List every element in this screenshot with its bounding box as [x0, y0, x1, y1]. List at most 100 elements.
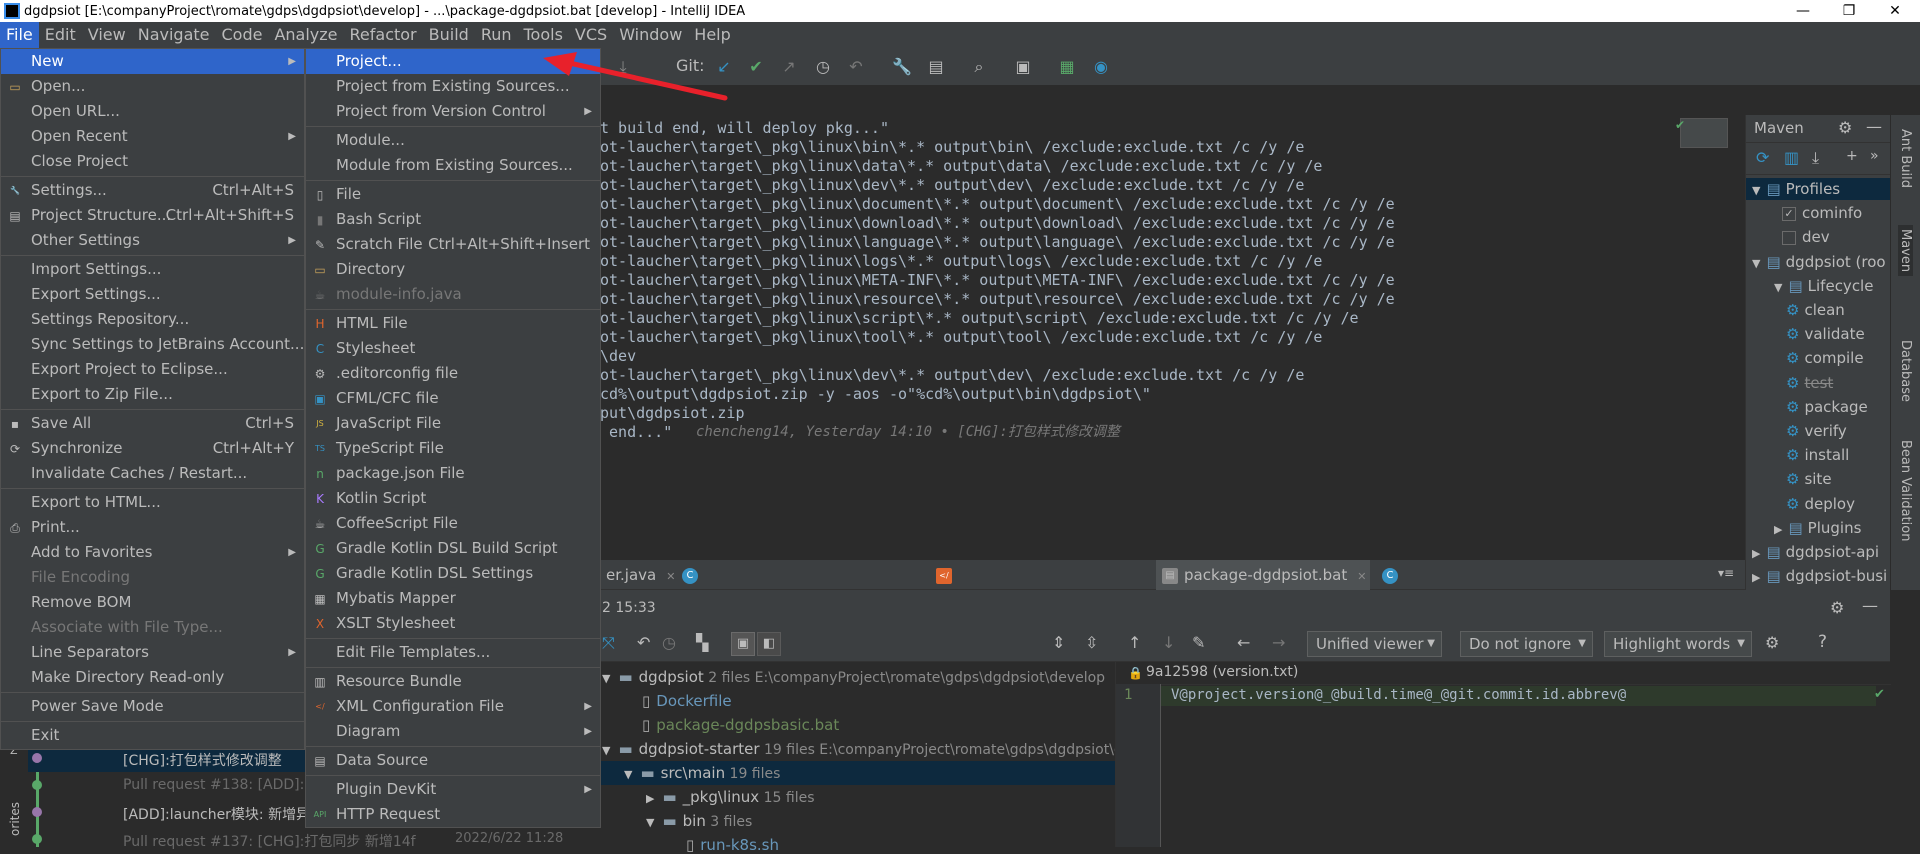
file-menu-item-other-settings[interactable]: Other Settings ▶: [1, 228, 304, 253]
reload-icon[interactable]: ⟳: [1756, 148, 1769, 167]
history-icon[interactable]: ◷: [812, 56, 834, 78]
side-tab-database[interactable]: Database: [1898, 340, 1913, 402]
file-menu-item-associate-with-file-type[interactable]: Associate with File Type...: [1, 615, 304, 640]
hide-panel-icon[interactable]: —: [1866, 117, 1882, 136]
generate-sources-icon[interactable]: ▥: [1784, 148, 1799, 167]
new-menu-item-edit-file-templates[interactable]: Edit File Templates...: [306, 640, 600, 665]
maven-tree-item-plugins[interactable]: ▶ ▤ Plugins: [1774, 519, 1861, 537]
file-menu-item-sync-settings-to-jetbrains-account[interactable]: Sync Settings to JetBrains Account...: [1, 332, 304, 357]
new-menu-item-kotlin-script[interactable]: Kotlin Script K: [306, 486, 600, 511]
help-icon[interactable]: ?: [1818, 632, 1827, 652]
next-diff-icon[interactable]: ↓: [1162, 633, 1175, 652]
maven-tree-item-dgdpsiot-roo[interactable]: ▼ ▤ dgdpsiot (roo: [1752, 253, 1886, 271]
checkbox[interactable]: ✓: [1782, 206, 1796, 221]
new-menu-item-file[interactable]: File ▯: [306, 182, 600, 207]
close-icon[interactable]: ✕: [1357, 570, 1366, 583]
new-menu-item-xml-configuration-file[interactable]: XML Configuration File </ ▶: [306, 694, 600, 719]
changes-tree-item-package-dgdpsbasic-bat[interactable]: ▯ package-dgdpsbasic.bat: [624, 716, 839, 734]
hide-panel-icon[interactable]: —: [1862, 596, 1878, 615]
expand-all-icon[interactable]: ⇕: [1052, 633, 1065, 652]
back-icon[interactable]: ←: [1237, 633, 1250, 652]
changes-tree-item-run-k8s-sh[interactable]: ▯ run-k8s.sh: [668, 836, 779, 854]
chevron-down-icon[interactable]: ▼: [624, 768, 632, 781]
new-menu-item-cfml-cfc-file[interactable]: CFML/CFC file ▣: [306, 386, 600, 411]
side-tab-bean-validation[interactable]: Bean Validation: [1898, 440, 1913, 541]
chevron-down-icon[interactable]: ▼: [1752, 184, 1760, 197]
file-menu-item-line-separators[interactable]: Line Separators ▶: [1, 640, 304, 665]
menu-tools[interactable]: Tools: [518, 22, 569, 48]
file-menu-item-file-encoding[interactable]: File Encoding: [1, 565, 304, 590]
viewer-dropdown[interactable]: Unified viewer ▼: [1307, 631, 1442, 657]
menu-help[interactable]: Help: [688, 22, 736, 48]
file-menu-item-export-to-zip-file[interactable]: Export to Zip File...: [1, 382, 304, 407]
more-icon[interactable]: »: [1870, 148, 1879, 164]
maven-tree-item-dgdpsiot-api[interactable]: ▶ ▤ dgdpsiot-api: [1752, 543, 1879, 561]
git-commit-icon[interactable]: ✔: [745, 56, 767, 78]
maximize-button[interactable]: ❐: [1826, 0, 1872, 22]
file-menu-item-make-directory-read-only[interactable]: Make Directory Read-only: [1, 665, 304, 690]
gear-icon[interactable]: ⚙: [1830, 598, 1844, 617]
checkbox[interactable]: [1782, 230, 1796, 245]
file-menu-item-project-structure[interactable]: Project Structure... ▤ Ctrl+Alt+Shift+S: [1, 203, 304, 228]
menu-analyze[interactable]: Analyze: [268, 22, 343, 48]
minimize-button[interactable]: —: [1780, 0, 1826, 22]
layout-split-icon[interactable]: ◧: [757, 632, 781, 656]
new-menu-item-module-info-java[interactable]: module-info.java ☕: [306, 282, 600, 307]
new-menu-item-html-file[interactable]: HTML File H: [306, 311, 600, 336]
code-editor[interactable]: t build end, will deploy pkg..." ot-lauch…: [600, 115, 1745, 560]
new-menu-item-scratch-file[interactable]: Scratch File ✎ Ctrl+Alt+Shift+Insert: [306, 232, 600, 257]
new-menu-item-coffeescript-file[interactable]: CoffeeScript File ☕: [306, 511, 600, 536]
side-tab-ant-build[interactable]: Ant Build: [1898, 129, 1913, 188]
menu-run[interactable]: Run: [475, 22, 518, 48]
maven-tree-item-clean[interactable]: ⚙ clean: [1786, 301, 1845, 319]
chevron-down-icon[interactable]: ▼: [1774, 281, 1782, 294]
changes-tree-item-dockerfile[interactable]: ▯ Dockerfile: [624, 692, 732, 710]
new-menu-item-package-json-file[interactable]: package.json File n: [306, 461, 600, 486]
rollback-icon[interactable]: ↶: [845, 56, 867, 78]
chevron-right-icon[interactable]: ▶: [1752, 547, 1760, 560]
collapse-all-icon[interactable]: ⇳: [1085, 633, 1098, 652]
commit-row[interactable]: [ADD]:launcher模块: 新增异: [123, 804, 310, 824]
side-tab-maven[interactable]: Maven: [1898, 225, 1913, 277]
maven-tree-item-verify[interactable]: ⚙ verify: [1786, 422, 1847, 440]
menu-navigate[interactable]: Navigate: [132, 22, 216, 48]
editor-tab-package-dgdpsiot-bat[interactable]: ▤ package-dgdpsiot.bat ✕: [1156, 560, 1370, 590]
add-maven-project-icon[interactable]: +: [1846, 148, 1858, 164]
maven-tree-item-lifecycle[interactable]: ▼ ▤ Lifecycle: [1774, 277, 1873, 295]
file-menu-item-invalidate-caches-restart[interactable]: Invalidate Caches / Restart...: [1, 461, 304, 486]
chevron-right-icon[interactable]: ▶: [1752, 571, 1760, 584]
maven-tree-item-validate[interactable]: ⚙ validate: [1786, 325, 1865, 343]
new-menu-item-module[interactable]: Module...: [306, 128, 600, 153]
new-menu-item-gradle-kotlin-dsl-settings[interactable]: Gradle Kotlin DSL Settings G: [306, 561, 600, 586]
commit-row[interactable]: [CHG]:打包样式修改调整: [123, 750, 282, 770]
maven-tree-item-dgdpsiot-busi[interactable]: ▶ ▤ dgdpsiot-busi: [1752, 567, 1887, 585]
ignore-dropdown[interactable]: Do not ignore ▼: [1460, 631, 1593, 657]
file-menu-item-power-save-mode[interactable]: Power Save Mode: [1, 694, 304, 719]
file-menu-item-settings-repository[interactable]: Settings Repository...: [1, 307, 304, 332]
layout-single-icon[interactable]: ▣: [731, 632, 755, 656]
close-icon[interactable]: ✕: [666, 570, 675, 583]
file-menu-item-print[interactable]: Print... ⎙: [1, 515, 304, 540]
changes-tree-item-src-main[interactable]: ▼ ▬ src\main 19 files: [624, 764, 780, 782]
forward-icon[interactable]: →: [1272, 633, 1285, 652]
maven-tree-item-dev[interactable]: dev: [1782, 228, 1830, 246]
commit-row[interactable]: Pull request #137: [CHG]:打包同步 新增14f: [123, 831, 416, 851]
activity-monitor-icon[interactable]: ▦: [1056, 56, 1078, 78]
new-menu-item-http-request[interactable]: HTTP Request API: [306, 802, 600, 827]
file-menu-item-open[interactable]: Open... ▭: [1, 74, 304, 99]
editor-tab-businessmarkmapper-xml[interactable]: </BusinessMarkMapper.xml✕: [930, 560, 1150, 614]
file-menu-item-export-settings[interactable]: Export Settings...: [1, 282, 304, 307]
file-menu-item-import-settings[interactable]: Import Settings...: [1, 257, 304, 282]
new-menu-item-data-source[interactable]: Data Source ▤: [306, 748, 600, 773]
prev-diff-icon[interactable]: ↑: [1128, 633, 1141, 652]
maven-tree-item-deploy[interactable]: ⚙ deploy: [1786, 495, 1855, 513]
commit-row[interactable]: Pull request #138: [ADD]:lau: [123, 777, 326, 793]
new-menu-item-plugin-devkit[interactable]: Plugin DevKit ▶: [306, 777, 600, 802]
file-menu-item-new[interactable]: New ▶: [1, 49, 304, 74]
new-menu-item-bash-script[interactable]: Bash Script ▮: [306, 207, 600, 232]
new-menu-item-stylesheet[interactable]: Stylesheet C: [306, 336, 600, 361]
chevron-down-icon[interactable]: ▼: [1752, 257, 1760, 270]
changes-tree-item-pkg-linux[interactable]: ▶ ▬ _pkg\linux 15 files: [646, 788, 815, 806]
file-menu-item-open-url[interactable]: Open URL...: [1, 99, 304, 124]
changes-tree-item-bin[interactable]: ▼ ▬ bin 3 files: [646, 812, 752, 830]
